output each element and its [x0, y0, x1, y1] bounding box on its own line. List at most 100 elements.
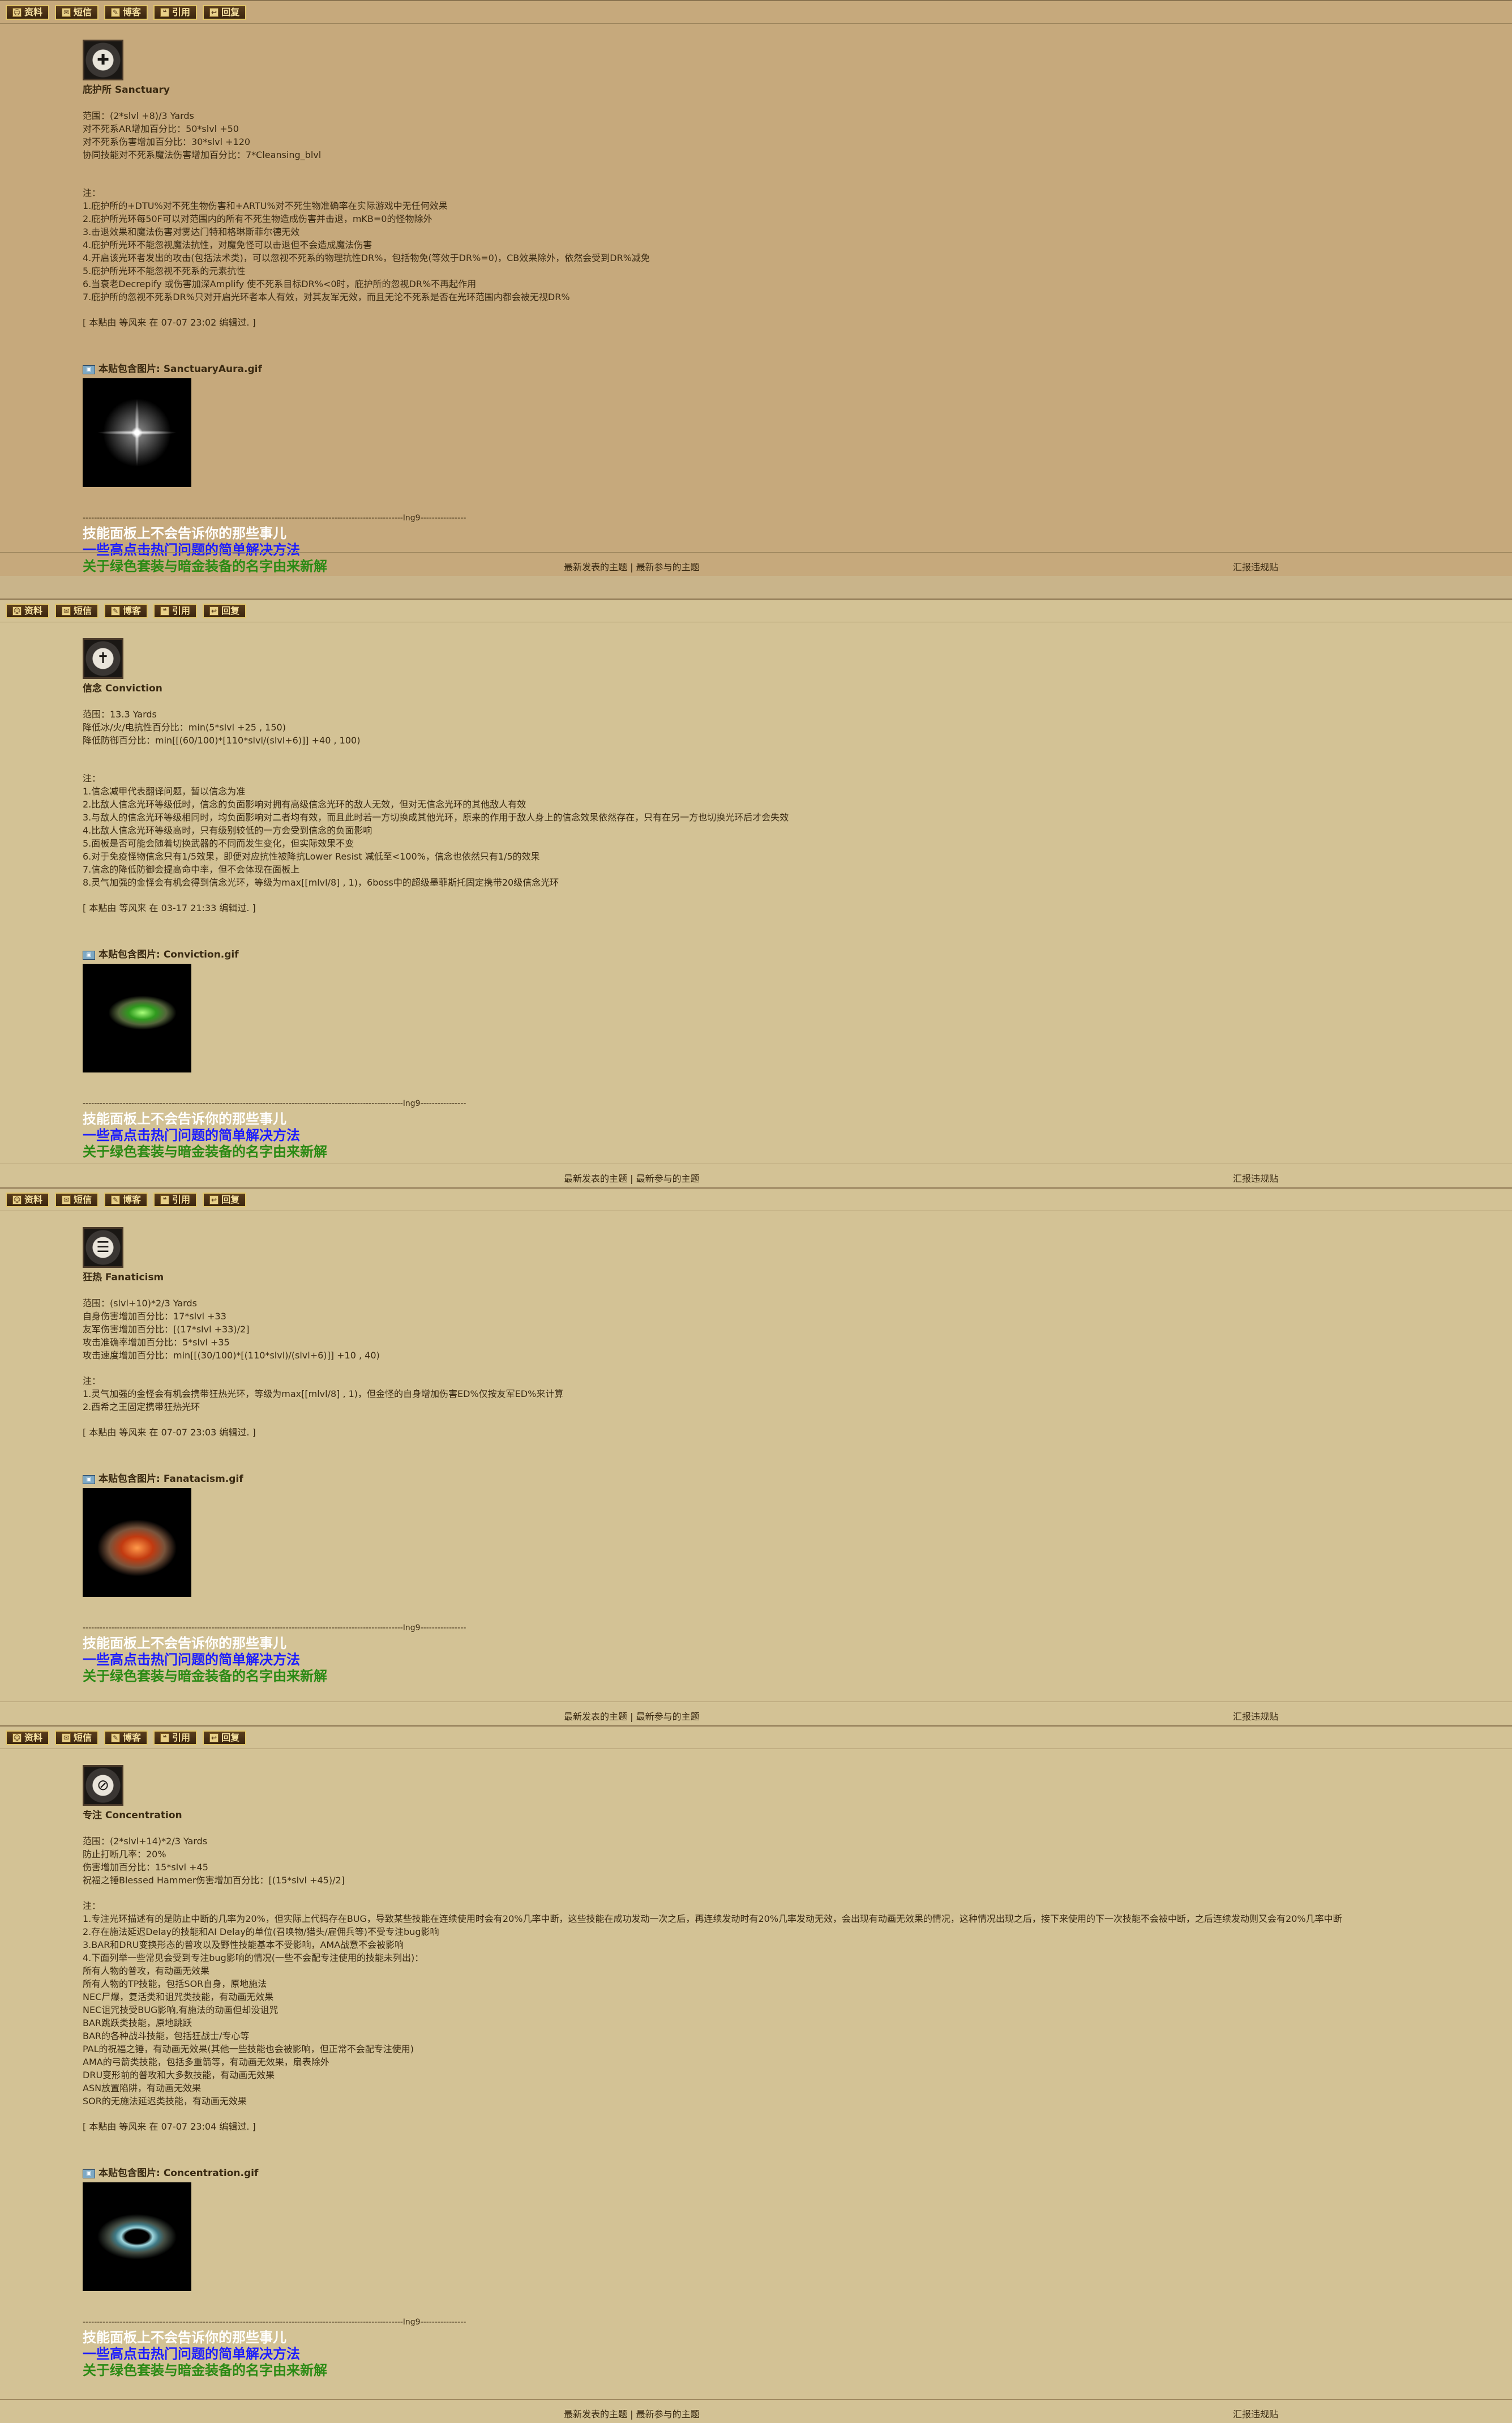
signature-divider: ----------------------------------------… [83, 1623, 466, 1633]
note-line: 所有人物的TP技能，包括SOR自身，原地施法 [83, 1978, 267, 1989]
post-footer: 最新发表的主题 | 最新参与的主题 汇报违规贴 [0, 2399, 1512, 2423]
stat-line: 攻击速度增加百分比：min[[(30/100)*[(110*slvl)/(slv… [83, 1350, 380, 1361]
quote-button[interactable]: ❝ 引用 [153, 1192, 198, 1207]
stats-block: 范围：(slvl+10)*2/3 Yards 自身伤害增加百分比：17*slvl… [83, 1297, 1512, 1362]
report-link[interactable]: 汇报违规贴 [1233, 559, 1278, 573]
edited-note: [ 本贴由 等风来 在 07-07 23:04 编辑过. ] [83, 2121, 256, 2132]
notes-block: 注： 1.灵气加强的金怪会有机会携带狂热光环，等级为max[[mlvl/8] ,… [83, 1374, 1512, 1413]
attachment-filename[interactable]: Fanatacism.gif [164, 1473, 243, 1486]
blog-button[interactable]: ✎ 博客 [104, 1730, 148, 1745]
latest-topics-link[interactable]: 最新发表的主题 [564, 562, 627, 572]
attachment-filename[interactable]: Conviction.gif [164, 948, 239, 961]
message-icon: ✉ [62, 1733, 71, 1742]
profile-icon: ☺ [12, 1195, 22, 1204]
edited-note: [ 本贴由 等风来 在 03-17 21:33 编辑过. ] [83, 903, 256, 913]
profile-button[interactable]: ☺ 资料 [6, 1192, 50, 1207]
latest-replies-link[interactable]: 最新参与的主题 [636, 1711, 700, 1722]
blog-button[interactable]: ✎ 博客 [104, 5, 148, 20]
blog-icon: ✎ [111, 1733, 121, 1742]
conviction-skill-icon: ✝ [83, 638, 123, 679]
report-link[interactable]: 汇报违规贴 [1233, 1709, 1278, 1723]
attachment-title: ▣ 本贴包含图片: Fanatacism.gif [83, 1473, 1512, 1486]
reply-icon: ↩ [209, 606, 219, 616]
message-button[interactable]: ✉ 短信 [55, 5, 99, 20]
latest-topics-link[interactable]: 最新发表的主题 [564, 1711, 627, 1722]
signature-divider: ----------------------------------------… [83, 1099, 466, 1108]
footer-links: 最新发表的主题 | 最新参与的主题 [564, 1711, 700, 1722]
note-line: 3.BAR和DRU变换形态的普攻以及野性技能基本不受影响，AMA战意不会被影响 [83, 1939, 404, 1950]
profile-button[interactable]: ☺ 资料 [6, 603, 50, 618]
latest-topics-link[interactable]: 最新发表的主题 [564, 2409, 627, 2420]
stat-line: 对不死系伤害增加百分比：30*slvl +120 [83, 136, 251, 147]
attachment-image[interactable] [83, 1488, 191, 1597]
stat-line: 范围：(slvl+10)*2/3 Yards [83, 1298, 197, 1309]
quote-icon: ❝ [160, 1733, 170, 1742]
report-link[interactable]: 汇报违规贴 [1233, 1171, 1278, 1185]
message-button[interactable]: ✉ 短信 [55, 1192, 99, 1207]
signature-link-1[interactable]: 技能面板上不会告诉你的那些事儿 [83, 1635, 1512, 1651]
notes-block: 注： 1.信念减甲代表翻译问题，暂以信念为准 2.比敌人信念光环等级低时，信念的… [83, 772, 1512, 889]
stat-line: 降低冰/火/电抗性百分比：min(5*slvl +25 , 150) [83, 722, 286, 733]
quote-icon: ❝ [160, 606, 170, 616]
stats-block: 范围：(2*slvl +8)/3 Yards 对不死系AR增加百分比：50*sl… [83, 109, 1512, 161]
message-icon: ✉ [62, 606, 71, 616]
signature-link-3[interactable]: 关于绿色套装与暗金装备的名字由来新解 [83, 1668, 1512, 1684]
skill-title: 信念 Conviction [83, 683, 162, 694]
profile-button[interactable]: ☺ 资料 [6, 5, 50, 20]
footer-links: 最新发表的主题 | 最新参与的主题 [564, 562, 700, 572]
signature-link-2[interactable]: 一些高点击热门问题的简单解决方法 [83, 1651, 1512, 1668]
quote-button[interactable]: ❝ 引用 [153, 1730, 198, 1745]
reply-button[interactable]: ↩ 回复 [203, 603, 247, 618]
signature-link-1[interactable]: 技能面板上不会告诉你的那些事儿 [83, 525, 1512, 541]
signature-link-1[interactable]: 技能面板上不会告诉你的那些事儿 [83, 2329, 1512, 2345]
attachment-image[interactable] [83, 2182, 191, 2291]
stat-line: 伤害增加百分比：15*slvl +45 [83, 1862, 208, 1873]
footer-links: 最新发表的主题 | 最新参与的主题 [564, 2409, 700, 2420]
attachment-filename[interactable]: SanctuaryAura.gif [164, 363, 262, 376]
message-button[interactable]: ✉ 短信 [55, 603, 99, 618]
note-line: BAR跳跃类技能，原地跳跃 [83, 2018, 192, 2028]
skill-title: 庇护所 Sanctuary [83, 84, 170, 96]
attachment-image[interactable] [83, 378, 191, 487]
attachment-filename[interactable]: Concentration.gif [164, 2167, 259, 2180]
reply-button[interactable]: ↩ 回复 [203, 5, 247, 20]
reply-button[interactable]: ↩ 回复 [203, 1192, 247, 1207]
signature-link-2[interactable]: 一些高点击热门问题的简单解决方法 [83, 1127, 1512, 1143]
note-line: 8.灵气加强的金怪会有机会得到信念光环，等级为max[[mlvl/8] , 1)… [83, 877, 559, 888]
attachment-image[interactable] [83, 964, 191, 1072]
note-line: 7.信念的降低防御会提高命中率，但不会体现在面板上 [83, 864, 300, 875]
latest-replies-link[interactable]: 最新参与的主题 [636, 1173, 700, 1184]
post-toolbar: ☺ 资料 ✉ 短信 ✎ 博客 ❝ 引用 ↩ 回复 [0, 1189, 1512, 1211]
stat-line: 友军伤害增加百分比：[(17*slvl +33)/2] [83, 1324, 250, 1335]
blog-button[interactable]: ✎ 博客 [104, 603, 148, 618]
note-line: AMA的弓箭类技能，包括多重箭等，有动画无效果，扇表除外 [83, 2057, 329, 2067]
latest-topics-link[interactable]: 最新发表的主题 [564, 1173, 627, 1184]
footer-links: 最新发表的主题 | 最新参与的主题 [564, 1173, 700, 1184]
quote-button[interactable]: ❝ 引用 [153, 603, 198, 618]
sanctuary-skill-icon: ✚ [83, 40, 123, 80]
signature-link-3[interactable]: 关于绿色套装与暗金装备的名字由来新解 [83, 2362, 1512, 2378]
signature-link-1[interactable]: 技能面板上不会告诉你的那些事儿 [83, 1110, 1512, 1127]
message-button[interactable]: ✉ 短信 [55, 1730, 99, 1745]
latest-replies-link[interactable]: 最新参与的主题 [636, 562, 700, 572]
image-icon: ▣ [83, 950, 95, 960]
post-sanctuary: ☺ 资料 ✉ 短信 ✎ 博客 ❝ 引用 ↩ 回复 ✚ 庇护所 Sanctuary 范围：(… [0, 0, 1512, 576]
note-line: 4.比敌人信念光环等级高时，只有级别较低的一方会受到信念的负面影响 [83, 825, 372, 836]
note-line: DRU变形前的普攻和大多数技能，有动画无效果 [83, 2070, 275, 2080]
quote-button[interactable]: ❝ 引用 [153, 5, 198, 20]
signature-link-2[interactable]: 一些高点击热门问题的简单解决方法 [83, 2345, 1512, 2362]
profile-button[interactable]: ☺ 资料 [6, 1730, 50, 1745]
reply-button[interactable]: ↩ 回复 [203, 1730, 247, 1745]
attachment-title: ▣ 本贴包含图片: Concentration.gif [83, 2167, 1512, 2180]
latest-replies-link[interactable]: 最新参与的主题 [636, 2409, 700, 2420]
blog-button[interactable]: ✎ 博客 [104, 1192, 148, 1207]
post-content: ☰ 狂热 Fanaticism 范围：(slvl+10)*2/3 Yards 自… [0, 1211, 1512, 1684]
post-conviction: ☺ 资料 ✉ 短信 ✎ 博客 ❝ 引用 ↩ 回复 ✝ 信念 Conviction 范围：1… [0, 599, 1512, 1187]
report-link[interactable]: 汇报违规贴 [1233, 2407, 1278, 2420]
skill-title: 狂热 Fanaticism [83, 1272, 164, 1283]
note-line: 3.击退效果和魔法伤害对雾达门特和格琳斯菲尔德无效 [83, 227, 300, 237]
post-footer: 最新发表的主题 | 最新参与的主题 汇报违规贴 [0, 1164, 1512, 1189]
stat-line: 攻击准确率增加百分比：5*slvl +35 [83, 1337, 230, 1348]
note-line: 2.西希之王固定携带狂热光环 [83, 1401, 200, 1412]
signature-link-3[interactable]: 关于绿色套装与暗金装备的名字由来新解 [83, 1143, 1512, 1160]
